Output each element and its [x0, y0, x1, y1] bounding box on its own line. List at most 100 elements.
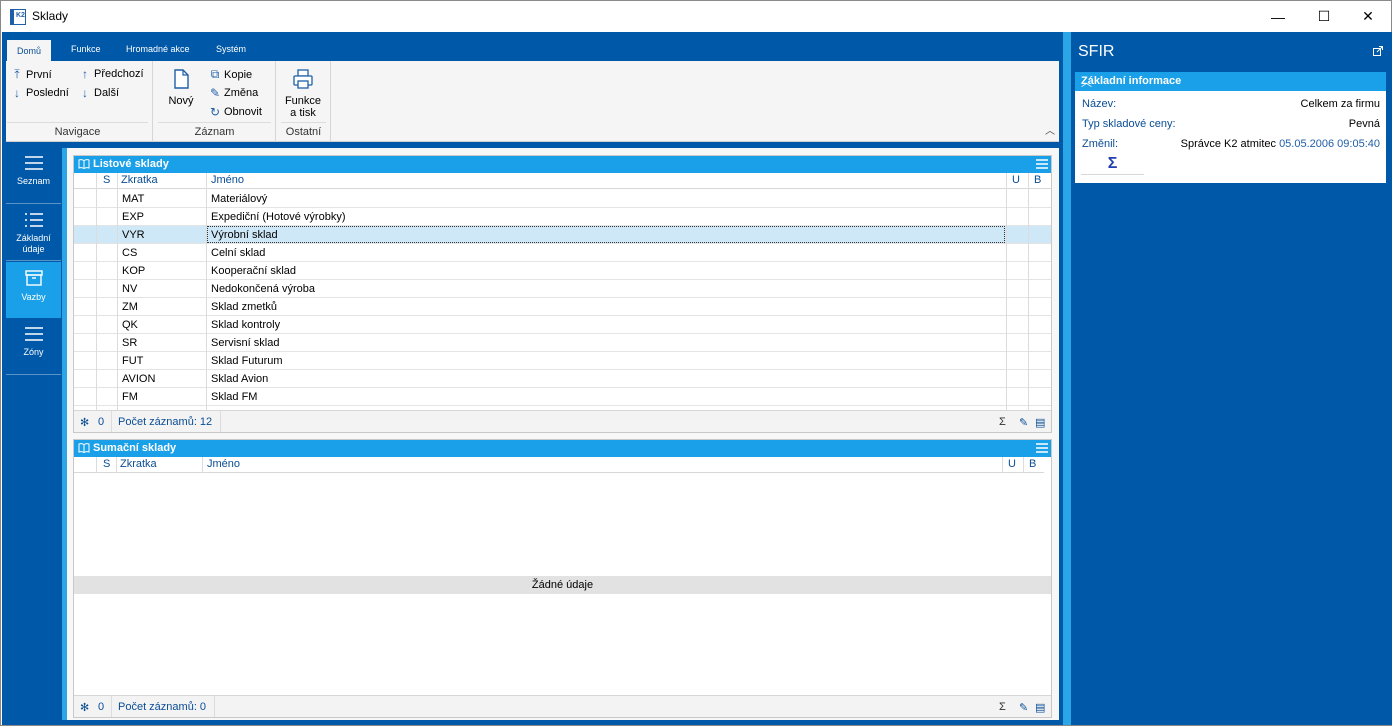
first-button[interactable]: ⤒ První — [11, 67, 51, 82]
col-header-u[interactable]: U — [1008, 458, 1016, 470]
edit-icon[interactable]: ✎ — [1019, 701, 1028, 714]
col-header-jmeno[interactable]: Jméno — [211, 174, 244, 186]
nav-item-zony[interactable]: Zóny — [6, 319, 61, 375]
selected-count: 0 — [98, 701, 105, 713]
collapse-section-icon[interactable]: ︿ — [1081, 74, 1382, 90]
col-header-jmeno[interactable]: Jméno — [207, 458, 240, 470]
cell-jmeno: Sklad Futurum — [211, 355, 283, 367]
table-row[interactable]: QK Sklad kontroly — [74, 316, 1051, 334]
k2-app-icon: K2 — [10, 9, 26, 25]
arrow-up-icon: ↑ — [82, 67, 88, 81]
asterisk-icon[interactable]: ✻ — [80, 701, 89, 714]
col-header-zkratka[interactable]: Zkratka — [120, 458, 157, 470]
info-section-header[interactable]: Základní informace ︿ — [1075, 72, 1386, 91]
group-zaznam: Nový ⧉ Kopie ✎ Změna ↻ Obnovit Záznam — [154, 61, 276, 142]
group-ostatni: Funkce a tisk Ostatní — [277, 61, 331, 142]
right-pane: SFIR Základní informace ︿ Název: Celkem … — [1071, 32, 1392, 725]
table-row[interactable]: EXP Expediční (Hotové výrobky) — [74, 208, 1051, 226]
typ-ceny-value: Pevná — [1348, 118, 1380, 130]
table-row[interactable]: FUT Sklad Futurum — [74, 352, 1051, 370]
new-button[interactable]: Nový — [164, 67, 198, 107]
cell-jmeno: Expediční (Hotové výrobky) — [211, 211, 346, 223]
table-row[interactable]: MAT Materiálový — [74, 190, 1051, 208]
functions-print-button[interactable]: Funkce a tisk — [281, 67, 325, 119]
table-row[interactable]: AVION Sklad Avion — [74, 370, 1051, 388]
arrow-down-icon: ↓ — [82, 86, 88, 100]
col-header-b[interactable]: B — [1029, 458, 1036, 470]
export-icon[interactable]: ▤ — [1035, 701, 1045, 714]
table-row[interactable]: VYR Výrobní sklad — [74, 226, 1051, 244]
close-button[interactable]: ✕ — [1345, 1, 1391, 32]
nav-item-vazby[interactable]: Vazby — [6, 262, 61, 318]
list-icon — [24, 327, 43, 341]
asterisk-icon[interactable]: ✻ — [80, 416, 89, 429]
table-row[interactable]: ZM Sklad zmetků — [74, 298, 1051, 316]
grid-divider — [96, 173, 97, 410]
edit-button[interactable]: ✎ Změna — [209, 86, 258, 100]
sum-icon[interactable]: Σ — [999, 416, 1006, 428]
pencil-icon: ✎ — [209, 86, 221, 100]
table-row[interactable]: SR Servisní sklad — [74, 334, 1051, 352]
copy-button[interactable]: ⧉ Kopie — [209, 67, 252, 82]
app-window: K2 Sklady — ☐ ✕ Domů Funkce Hromadné akc… — [0, 0, 1392, 726]
col-header-b[interactable]: B — [1034, 174, 1041, 186]
tab-funkce[interactable]: Funkce — [61, 38, 111, 61]
refresh-button[interactable]: ↻ Obnovit — [209, 105, 262, 119]
cell-jmeno: Materiálový — [211, 193, 268, 205]
table-row[interactable]: NV Nedokončená výroba — [74, 280, 1051, 298]
hamburger-menu-icon[interactable] — [1035, 441, 1049, 455]
zmenil-date: 05.05.2006 09:05:40 — [1279, 138, 1380, 150]
arrow-bottom-icon: ↓ — [14, 86, 20, 100]
last-button[interactable]: ↓ Poslední — [11, 86, 69, 100]
focus-rectangle — [207, 226, 1005, 243]
edit-icon[interactable]: ✎ — [1019, 416, 1028, 429]
cell-jmeno: Sklad FM — [211, 391, 258, 403]
sigma-button[interactable]: Σ — [1081, 153, 1144, 175]
maximize-button[interactable]: ☐ — [1301, 1, 1347, 32]
zmenil-label: Změnil: — [1082, 138, 1119, 150]
copy-icon: ⧉ — [210, 67, 220, 81]
table-row[interactable]: KOP Kooperační sklad — [74, 262, 1051, 280]
group-label-zaznam: Záznam — [158, 122, 271, 138]
next-button[interactable]: ↓ Další — [79, 86, 119, 100]
export-icon[interactable]: ▤ — [1035, 416, 1045, 429]
ribbon-tabs: Domů Funkce Hromadné akce Systém — [6, 35, 1059, 61]
tab-domu[interactable]: Domů — [7, 38, 52, 61]
cell-zkratka: CS — [122, 247, 138, 259]
new-document-icon — [174, 69, 189, 89]
table-row[interactable]: CS Celní sklad — [74, 244, 1051, 262]
tab-system[interactable]: Systém — [206, 38, 256, 61]
col-header-s[interactable]: S — [103, 174, 110, 186]
popout-icon[interactable] — [1373, 46, 1383, 56]
column-headers: S Zkratka Jméno U B — [74, 457, 1044, 473]
cell-jmeno: Celní sklad — [211, 247, 266, 259]
cell-jmeno: Nedokončená výroba — [211, 283, 315, 295]
zmenil-user: Správce K2 atmitec — [1180, 138, 1276, 150]
cell-zkratka: FM — [122, 391, 138, 403]
zmenil-value: Správce K2 atmitec 05.05.2006 09:05:40 — [1181, 138, 1380, 150]
info-section: Základní informace ︿ Název: Celkem za fi… — [1075, 72, 1386, 183]
record-count: Počet záznamů: 0 — [118, 701, 207, 713]
cell-jmeno: Sklad Avion — [211, 373, 269, 385]
table-row[interactable]: FM Sklad FM — [74, 388, 1051, 406]
pane-splitter[interactable] — [1063, 32, 1071, 725]
grid-listove-sklady: Listové sklady S Zkratka Jméno U B MAT Ma… — [73, 155, 1052, 433]
minimize-button[interactable]: — — [1255, 1, 1301, 32]
previous-button[interactable]: ↑ Předchozí — [79, 67, 144, 81]
nav-item-seznam[interactable]: Seznam — [6, 148, 61, 204]
col-header-zkratka[interactable]: Zkratka — [121, 174, 158, 186]
sum-icon[interactable]: Σ — [999, 701, 1006, 713]
window-title: Sklady — [32, 9, 69, 23]
grid-title: Listové sklady — [93, 158, 169, 170]
tab-hromadne-akce[interactable]: Hromadné akce — [116, 38, 200, 61]
left-nav: Seznam Základní údaje Vazby Zóny — [6, 148, 61, 720]
hamburger-menu-icon[interactable] — [1035, 157, 1049, 171]
collapse-ribbon-icon[interactable]: ︿ — [1045, 122, 1055, 137]
refresh-icon: ↻ — [209, 105, 221, 119]
nav-item-zakladni-udaje[interactable]: Základní údaje — [6, 205, 61, 261]
col-header-s[interactable]: S — [103, 458, 110, 470]
col-header-u[interactable]: U — [1012, 174, 1020, 186]
box-icon — [24, 270, 43, 286]
grid-footer: ✻ 0 Počet záznamů: 12 Σ ✎ ▤ — [74, 410, 1051, 432]
grid-sumacni-sklady: Sumační sklady S Zkratka Jméno U B Žádné… — [73, 439, 1052, 718]
